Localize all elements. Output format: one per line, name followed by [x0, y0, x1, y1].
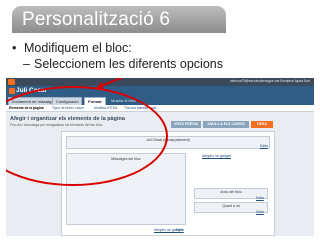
- topbar-links[interactable]: mlernud79@escolesdernogue.cat Escriptori…: [230, 79, 310, 83]
- sub-bullet-text: Seleccionem les diferents opcions: [34, 57, 223, 71]
- sub-bullet-item: – Seleccionem les diferents opcions: [23, 57, 223, 71]
- blog-icon: [9, 88, 15, 94]
- blogger-topbar: mlernud79@escolesdernogue.cat Escriptori…: [6, 78, 314, 86]
- save-button[interactable]: DESA: [251, 121, 273, 128]
- blogger-screenshot: mlernud79@escolesdernogue.cat Escriptori…: [6, 78, 314, 236]
- preview-button[interactable]: VISTA PRÈVIA: [171, 121, 201, 128]
- sub-bullet-mark: –: [23, 57, 30, 71]
- bullet-mark: •: [12, 41, 17, 55]
- bullet-item: • Modifiquem el bloc:: [12, 41, 132, 55]
- blogger-logo-icon: [8, 79, 15, 85]
- slide-title: Personalització 6: [12, 6, 226, 33]
- archive-gadget-label: Arxiu del bloc: [220, 190, 242, 194]
- edit-about-link[interactable]: Edita: [256, 210, 264, 214]
- edit-archive-link[interactable]: Edita: [256, 196, 264, 200]
- about-gadget-label: Quant a mi: [222, 204, 240, 208]
- add-gadget-sidebar-link[interactable]: Afegeix un gadget: [202, 154, 231, 158]
- clear-edits-button[interactable]: ANUL·LA ELS CANVIS: [203, 121, 249, 128]
- bullet-text: Modifiquem el bloc:: [24, 41, 132, 55]
- add-gadget-footer-link[interactable]: Afegeix un gadget: [154, 228, 183, 232]
- edit-header-link[interactable]: Edita: [260, 144, 268, 148]
